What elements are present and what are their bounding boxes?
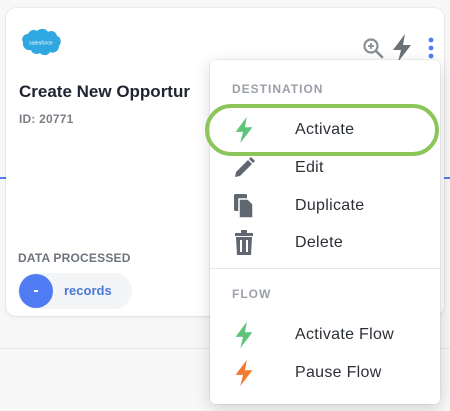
card-id: ID: 20771 (19, 112, 74, 126)
menu-item-label: Delete (295, 234, 344, 251)
menu-divider (210, 268, 440, 269)
menu-section-destination: DESTINATION (232, 82, 324, 96)
menu-item-edit[interactable]: Edit (210, 150, 440, 186)
records-count-badge: - (19, 274, 53, 308)
canvas: salesforce Create New Opportur ID: 20771 (0, 0, 450, 411)
menu-item-duplicate[interactable]: Duplicate (210, 188, 440, 224)
bolt-icon (230, 321, 258, 349)
zoom-icon[interactable] (360, 34, 386, 62)
kebab-menu-icon[interactable] (422, 34, 440, 62)
salesforce-logo: salesforce (22, 28, 61, 56)
menu-item-delete[interactable]: Delete (210, 225, 440, 261)
menu-item-label: Activate Flow (295, 326, 395, 343)
bolt-icon[interactable] (390, 34, 414, 62)
data-processed-label: DATA PROCESSED (18, 251, 131, 265)
records-label: records (64, 283, 112, 298)
records-pill: - records (18, 273, 132, 309)
menu-item-pause-flow[interactable]: Pause Flow (210, 355, 440, 391)
menu-item-activate[interactable]: Activate (210, 112, 440, 148)
menu-item-label: Duplicate (295, 197, 365, 214)
salesforce-logo-text: salesforce (29, 41, 53, 47)
trash-icon (230, 229, 258, 257)
pencil-icon (230, 154, 258, 182)
menu-item-label: Activate (295, 121, 355, 138)
bolt-icon (230, 359, 258, 387)
menu-item-activate-flow[interactable]: Activate Flow (210, 317, 440, 353)
card-title: Create New Opportur (19, 82, 190, 101)
bolt-icon (230, 116, 258, 144)
menu-section-flow: FLOW (232, 287, 272, 301)
menu-item-label: Pause Flow (295, 364, 382, 381)
menu-item-label: Edit (295, 159, 324, 176)
connector-right (444, 177, 450, 179)
duplicate-icon (230, 192, 258, 220)
actions-menu: DESTINATION Activate Edit Duplicate Dele… (210, 60, 440, 404)
